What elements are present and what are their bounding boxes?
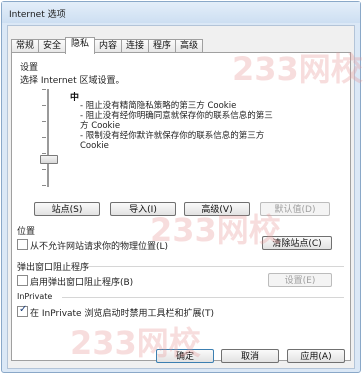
- description-line: - 限制没有经你默许就保存你的联系信息的第三方: [80, 131, 265, 141]
- inprivate-separator: [62, 297, 344, 298]
- location-checkbox-label: 从不允许网站请求你的物理位置(L): [30, 242, 169, 252]
- location-heading: 位置: [17, 227, 36, 237]
- title-bar: Internet 选项: [2, 2, 360, 23]
- inprivate-checkbox[interactable]: ✓: [17, 304, 28, 317]
- location-checkbox[interactable]: [17, 239, 28, 250]
- slider-tick: [42, 89, 46, 90]
- advanced-button[interactable]: 高级(V): [184, 202, 250, 216]
- internet-options-window: Internet 选项 常规 安全 隐私 内容 连接 程序 高级 设置 选择 I…: [1, 1, 361, 373]
- description-line: - 阻止没有经你明确同意就保存你的联系信息的第三: [80, 111, 273, 121]
- ok-button[interactable]: 确定: [156, 349, 214, 363]
- inprivate-heading: InPrivate: [17, 292, 53, 301]
- popup-checkbox-label: 启用弹出窗口阻止程序(B): [30, 278, 134, 288]
- privacy-panel: 设置 选择 Internet 区域设置。 中 - 阻止没有精简隐私策略的第三方 …: [11, 52, 351, 361]
- cancel-button[interactable]: 取消: [221, 349, 279, 363]
- apply-button[interactable]: 应用(A): [287, 349, 345, 363]
- import-button[interactable]: 导入(I): [110, 202, 176, 216]
- popup-settings-button[interactable]: 设置(E): [268, 273, 332, 287]
- slider-tick: [42, 153, 46, 154]
- tab-general[interactable]: 常规: [11, 39, 39, 53]
- tab-security[interactable]: 安全: [38, 39, 66, 53]
- slider-tick: [42, 137, 46, 138]
- clear-sites-button[interactable]: 清除站点(C): [262, 236, 332, 250]
- privacy-level: 中: [70, 93, 80, 103]
- slider-tick: [42, 169, 46, 170]
- slider-tick: [42, 121, 46, 122]
- inprivate-checkbox-label: 在 InPrivate 浏览启动时禁用工具栏和扩展(T): [30, 309, 214, 319]
- tab-privacy[interactable]: 隐私: [65, 37, 95, 54]
- tab-content[interactable]: 内容: [94, 39, 122, 53]
- default-button[interactable]: 默认值(D): [260, 202, 330, 216]
- settings-heading: 设置: [20, 63, 39, 73]
- privacy-description: - 阻止没有精简隐私策略的第三方 Cookie - 阻止没有经你明确同意就保存你…: [80, 101, 288, 151]
- description-line: - 阻止没有精简隐私策略的第三方 Cookie: [80, 101, 237, 111]
- tab-advanced[interactable]: 高级: [175, 39, 203, 53]
- popup-separator: [86, 266, 344, 267]
- sites-button[interactable]: 站点(S): [34, 202, 100, 216]
- zone-prompt: 选择 Internet 区域设置。: [20, 76, 125, 86]
- dialog-client: 常规 安全 隐私 内容 连接 程序 高级 设置 选择 Internet 区域设置…: [7, 25, 355, 369]
- slider-tick: [42, 105, 46, 106]
- privacy-slider-thumb[interactable]: [40, 155, 58, 164]
- window-title: Internet 选项: [9, 10, 66, 20]
- privacy-slider-track[interactable]: [47, 89, 49, 187]
- tab-programs[interactable]: 程序: [148, 39, 176, 53]
- tab-connections[interactable]: 连接: [121, 39, 149, 53]
- popup-heading: 弹出窗口阻止程序: [17, 263, 90, 273]
- slider-tick: [42, 185, 46, 186]
- popup-checkbox[interactable]: [17, 275, 28, 286]
- checkmark-icon: ✓: [19, 304, 28, 315]
- description-line: 方 Cookie: [80, 121, 121, 131]
- description-line: Cookie: [80, 141, 109, 151]
